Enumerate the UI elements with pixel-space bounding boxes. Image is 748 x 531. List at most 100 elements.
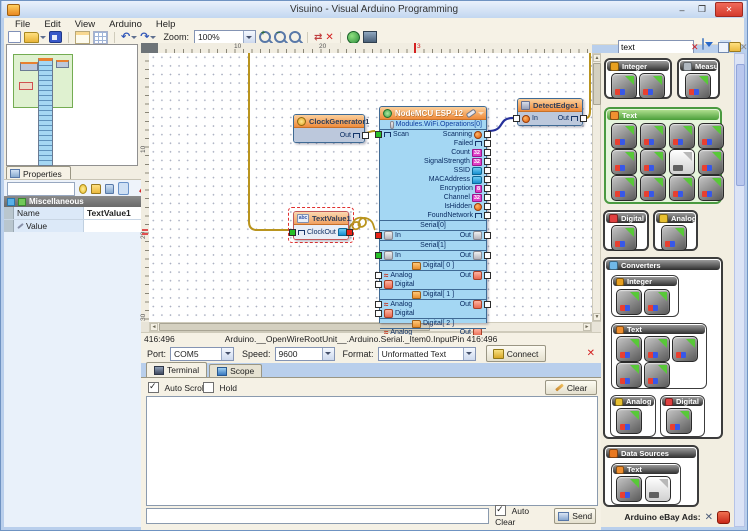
port-select[interactable]: COM5 [170,347,234,361]
palette-component-icon[interactable] [611,149,637,175]
palette-group-converters[interactable]: Converters Integer Text Analog Digital [603,257,723,439]
scroll-up-icon[interactable]: ▲ [593,54,601,62]
textvalue1-header[interactable]: abc TextValue1 [294,212,348,225]
digital0-digital-connector[interactable] [375,281,382,288]
palette-component-icon[interactable] [698,123,724,149]
expand-folder-icon[interactable] [91,184,101,194]
stop-icon[interactable] [717,511,730,524]
palette-component-icon[interactable] [611,175,637,201]
palette-component-icon[interactable] [644,289,670,315]
clear-search-icon[interactable]: ✕ [691,41,699,53]
speed-select[interactable]: 9600 [275,347,335,361]
detectedge1-header[interactable]: DetectEdge1 [518,99,582,112]
properties-filter-input[interactable] [7,182,75,196]
filter-button[interactable] [702,38,704,50]
scroll-down-icon[interactable]: ▼ [593,313,601,321]
digital1-digital-connector[interactable] [375,310,382,317]
detectedge-in-connector[interactable] [513,115,520,122]
tab-scope[interactable]: Scope [209,364,262,377]
palette-component-icon[interactable] [611,73,637,99]
palette-component-icon[interactable] [640,149,666,175]
ishidden-connector[interactable] [484,203,491,210]
detectedge-out-connector[interactable] [580,115,587,122]
property-value-value[interactable] [84,220,141,232]
tools-icon[interactable]: ✕ [705,512,713,523]
minimize-button[interactable]: – [675,5,689,15]
web-button[interactable] [347,31,360,44]
channel-connector[interactable] [484,194,491,201]
palette-component-icon[interactable] [685,73,711,99]
palette-component-icon[interactable] [616,408,642,434]
overview-navigator[interactable] [6,44,138,166]
vscroll-thumb[interactable] [593,63,601,105]
undo-button[interactable]: ↶ [121,31,137,44]
auto-clear-checkbox[interactable]: Auto Clear [495,505,548,527]
disconnect-icon[interactable]: ✕ [587,348,595,359]
palette-group-integer[interactable]: Integer [604,58,672,99]
block-detectedge1[interactable]: DetectEdge1 In Out [517,98,583,126]
zoom-reset-button[interactable] [289,31,301,44]
zoom-in-button[interactable]: + [259,31,271,44]
copy-docs-icon[interactable] [718,42,729,53]
terminal-output[interactable] [146,396,598,506]
palette-component-icon[interactable] [669,149,695,175]
palette-component-icon[interactable] [640,123,666,149]
palette-group-text[interactable]: Text [604,107,722,204]
block-textvalue1[interactable]: abc TextValue1 Clock Out [293,211,349,240]
textvalue-out-connector[interactable] [346,229,353,236]
palette-component-icon[interactable] [616,289,642,315]
canvas-hscrollbar[interactable]: ◄ ► [149,322,592,332]
design-canvas[interactable] [149,53,592,322]
block-nodemcu-esp12[interactable]: NodeMCU ESP-12 Modules.WiFi.Operations[0… [379,106,487,323]
connect-button[interactable]: Connect [486,345,546,362]
foundnetwork-connector[interactable] [484,212,491,219]
format-select[interactable]: Unformatted Text [378,347,476,361]
menu-view[interactable]: View [68,19,102,30]
digital0-analog-connector[interactable] [375,272,382,279]
palette-group-measure[interactable]: Measure [677,58,720,99]
wrench-icon[interactable] [466,108,477,117]
collapse-folder-icon[interactable] [105,184,115,194]
tab-terminal[interactable]: Terminal [146,362,207,377]
open-button[interactable] [24,31,46,44]
view-toggle-1-button[interactable] [75,31,90,44]
signalstrength-connector[interactable] [484,158,491,165]
view-toggle-2-button[interactable] [93,31,108,44]
textvalue-clock-connector[interactable] [289,229,296,236]
macaddress-connector[interactable] [484,176,491,183]
menu-file[interactable]: File [8,19,37,30]
palette-scrollbar[interactable] [734,53,745,527]
palette-subgroup-ds-text[interactable]: Text [611,463,681,505]
menu-edit[interactable]: Edit [37,19,67,30]
close-panel-icon[interactable]: ✕ [740,41,748,53]
serial0-out-connector[interactable] [484,232,491,239]
save-button[interactable] [49,31,62,44]
property-group-header[interactable]: Miscellaneous [4,196,141,207]
refresh-button[interactable]: ⇄ [314,31,322,44]
palette-component-icon[interactable] [645,476,671,502]
digital0-out-connector[interactable] [484,272,491,279]
canvas-vscrollbar[interactable]: ▲ ▼ [592,53,601,322]
nodemcu-module-row[interactable]: Modules.WiFi.Operations[0] [380,120,486,129]
palette-component-icon[interactable] [669,123,695,149]
scroll-left-icon[interactable]: ◄ [150,323,158,331]
palette-component-icon[interactable] [644,362,670,388]
palette-component-icon[interactable] [640,175,666,201]
ssid-connector[interactable] [484,167,491,174]
send-button[interactable]: Send [554,508,596,524]
scan-connector[interactable] [375,131,382,138]
palette-component-icon[interactable] [639,73,665,99]
new-document-button[interactable] [8,31,21,44]
palette-component-icon[interactable] [698,149,724,175]
image-button[interactable] [363,31,377,44]
palette-component-icon[interactable] [644,336,670,362]
delete-button[interactable]: ✕ [325,31,333,44]
checkbox-unchecked-icon[interactable] [203,382,214,393]
palette-component-icon[interactable] [672,336,698,362]
chevron-down-icon[interactable] [478,112,484,115]
bulb-icon[interactable] [79,184,87,194]
palette-subgroup-conv-text[interactable]: Text [611,323,707,389]
checkbox-checked-icon[interactable] [148,382,159,393]
failed-connector[interactable] [484,140,491,147]
palette-component-icon[interactable] [669,175,695,201]
